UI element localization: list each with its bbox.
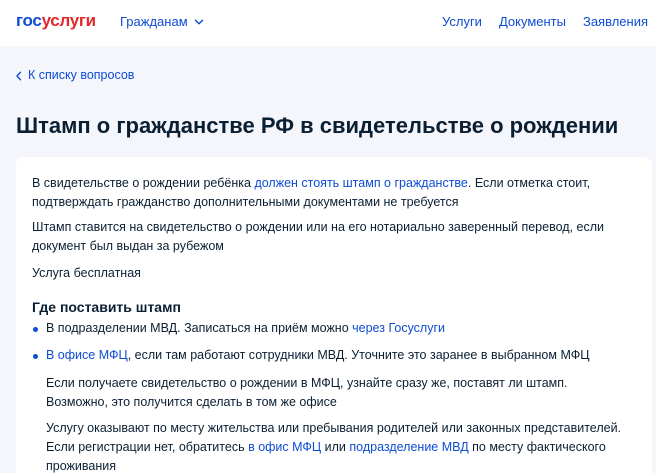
list-item-text: , если там работают сотрудники МВД. Уточ… xyxy=(127,348,590,362)
mfc-office-link-2[interactable]: в офис МФЦ xyxy=(248,440,321,454)
back-to-questions-link[interactable]: К списку вопросов xyxy=(15,68,134,83)
back-link-label: К списку вопросов xyxy=(28,68,135,82)
list-item-text: В подразделении МВД. Записаться на приём… xyxy=(46,321,353,335)
paragraph-text: В свидетельстве о рождении ребёнка xyxy=(32,176,255,190)
nav-link-documents[interactable]: Документы xyxy=(499,14,566,30)
bullet-dot xyxy=(33,327,38,332)
mvd-division-link[interactable]: подразделение МВД xyxy=(349,440,468,454)
bullet-dot xyxy=(33,354,38,359)
nav-link-applications[interactable]: Заявления xyxy=(583,14,648,30)
top-nav: Услуги Документы Заявления xyxy=(442,14,648,30)
paragraph-stamp-info: В свидетельстве о рождении ребёнка долже… xyxy=(32,174,632,212)
paragraph-foreign-document: Штамп ставится на свидетельство о рожден… xyxy=(32,220,604,253)
chevron-down-icon xyxy=(194,19,203,25)
mfc-office-link[interactable]: В офисе МФЦ xyxy=(46,348,128,362)
section-title-where: Где поставить штамп xyxy=(32,299,181,315)
logo-part-uslugi: услуги xyxy=(41,11,97,30)
list-item-mfc: В офисе МФЦ, если там работают сотрудник… xyxy=(46,346,626,365)
nav-link-services[interactable]: Услуги xyxy=(442,14,482,30)
note-text: или xyxy=(321,440,350,454)
audience-label: Гражданам xyxy=(120,14,188,29)
audience-dropdown[interactable]: Гражданам xyxy=(120,14,204,30)
gosuslugi-appointment-link[interactable]: через Госуслуги xyxy=(352,321,445,335)
logo-part-gos: гос xyxy=(16,11,42,30)
top-header: госуслуги Гражданам Услуги Документы Зая… xyxy=(0,0,656,46)
list-item-mvd: В подразделении МВД. Записаться на приём… xyxy=(46,319,626,338)
page-title: Штамп о гражданстве РФ в свидетельстве о… xyxy=(16,113,619,138)
chevron-left-icon xyxy=(16,71,22,80)
paragraph-free-service: Услуга бесплатная xyxy=(32,266,141,280)
registration-note: Услугу оказывают по месту жительства или… xyxy=(46,419,626,473)
stamp-required-link[interactable]: должен стоять штамп о гражданстве xyxy=(254,176,467,190)
mfc-birth-certificate-note: Если получаете свидетельство о рождении … xyxy=(46,376,568,409)
gosuslugi-logo[interactable]: госуслуги xyxy=(16,11,96,31)
